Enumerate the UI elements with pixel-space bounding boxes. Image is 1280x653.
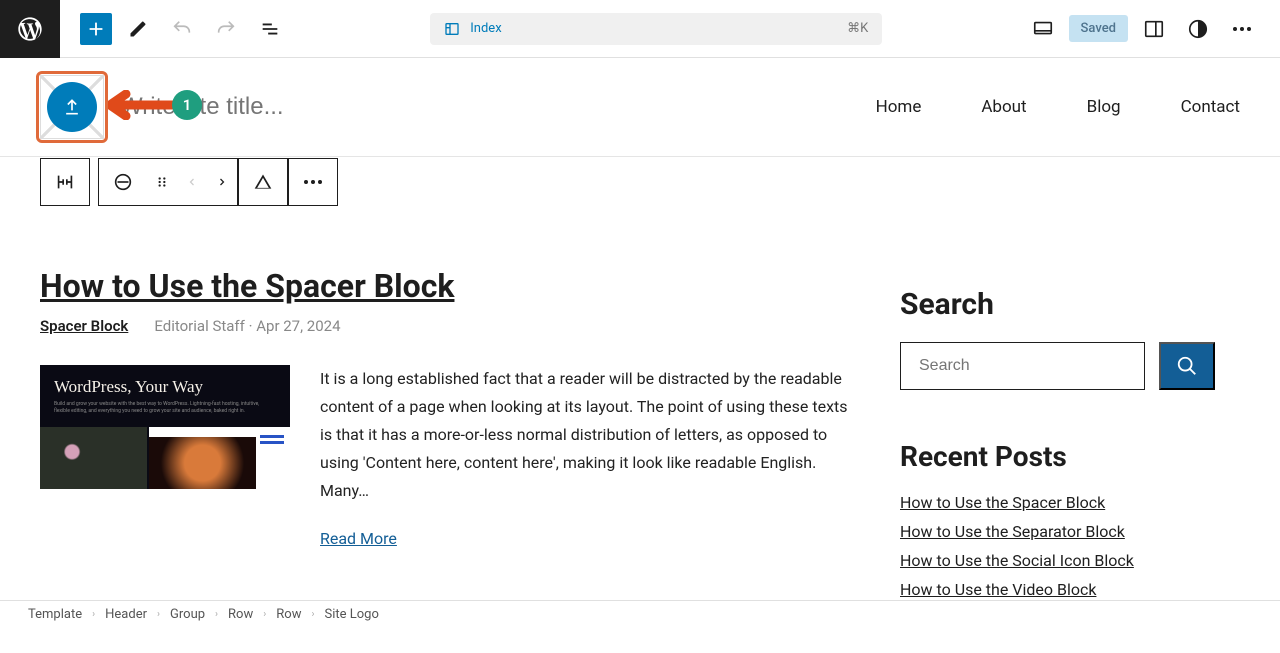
post-date: Apr 27, 2024: [256, 317, 340, 335]
search-heading: Search: [900, 287, 1215, 322]
redo-button[interactable]: [208, 11, 244, 47]
block-more-options-button[interactable]: [289, 159, 337, 205]
settings-sidebar-button[interactable]: [1136, 11, 1172, 47]
recent-post-link[interactable]: How to Use the Social Icon Block: [900, 551, 1215, 570]
contrast-icon: [1187, 18, 1209, 40]
sidebar-column: Search Recent Posts How to Use the Space…: [900, 267, 1215, 599]
layout-icon: [444, 21, 460, 37]
block-breadcrumb: Template› Header› Group› Row› Row› Site …: [0, 600, 1280, 628]
command-shortcut: ⌘K: [847, 21, 868, 36]
crumb[interactable]: Group: [170, 607, 205, 622]
recent-post-link[interactable]: How to Use the Video Block: [900, 580, 1215, 599]
recent-post-link[interactable]: How to Use the Separator Block: [900, 522, 1215, 541]
chevron-left-icon: [186, 175, 198, 189]
add-block-button[interactable]: [80, 13, 112, 45]
post-meta: Spacer Block Editorial Staff · Apr 27, 2…: [40, 317, 850, 335]
edit-icon: [128, 19, 148, 39]
drag-icon: [155, 175, 169, 189]
row-icon: [112, 171, 134, 193]
search-button[interactable]: [1159, 342, 1215, 390]
move-right-button[interactable]: [207, 159, 237, 205]
tools-button[interactable]: [120, 11, 156, 47]
nav-link[interactable]: Blog: [1087, 97, 1121, 117]
content-area: How to Use the Spacer Block Spacer Block…: [0, 267, 1280, 599]
wordpress-logo-button[interactable]: [0, 0, 60, 58]
drag-handle[interactable]: [147, 159, 177, 205]
post-excerpt: It is a long established fact that a rea…: [320, 365, 850, 505]
plus-icon: [85, 18, 107, 40]
more-options-button[interactable]: [1224, 11, 1260, 47]
nav-link[interactable]: Home: [876, 97, 922, 117]
tutorial-annotation: 1: [108, 90, 202, 120]
chevron-right-icon: [216, 175, 228, 189]
crumb[interactable]: Template: [28, 607, 82, 622]
recent-posts-list: How to Use the Spacer Block How to Use t…: [900, 493, 1215, 599]
more-vertical-icon: [304, 177, 322, 187]
sidebar-icon: [1143, 18, 1165, 40]
read-more-link[interactable]: Read More: [320, 529, 397, 548]
list-view-icon: [259, 18, 281, 40]
search-icon: [1176, 355, 1198, 377]
editor-canvas: 1 Home About Blog Contact: [0, 58, 1280, 628]
move-left-button[interactable]: [177, 159, 207, 205]
replace-button[interactable]: [239, 159, 287, 205]
redo-icon: [215, 18, 237, 40]
search-input[interactable]: [900, 342, 1145, 390]
post-author: Editorial Staff: [154, 317, 244, 335]
block-toolbar: [40, 158, 338, 206]
site-header: 1 Home About Blog Contact: [0, 58, 1280, 157]
featured-image[interactable]: WordPress, Your Way Build and grow your …: [40, 365, 290, 489]
view-button[interactable]: [1025, 11, 1061, 47]
site-logo-block[interactable]: [40, 75, 104, 139]
command-bar[interactable]: Index ⌘K: [430, 13, 882, 45]
editor-topbar: Index ⌘K Saved: [0, 0, 1280, 58]
site-logo-block-icon-button[interactable]: [41, 159, 89, 205]
command-center: Index ⌘K: [288, 13, 1025, 45]
nav-link[interactable]: Contact: [1181, 97, 1240, 117]
recent-post-link[interactable]: How to Use the Spacer Block: [900, 493, 1215, 512]
site-logo-icon: [54, 171, 76, 193]
styles-button[interactable]: [1180, 11, 1216, 47]
toolbar-left: [60, 11, 288, 47]
main-column: How to Use the Spacer Block Spacer Block…: [40, 267, 850, 599]
toolbar-right: Saved: [1025, 11, 1280, 47]
nav-link[interactable]: About: [981, 97, 1026, 117]
desktop-icon: [1032, 18, 1054, 40]
recent-posts-heading: Recent Posts: [900, 440, 1215, 473]
saved-button[interactable]: Saved: [1069, 15, 1128, 42]
crumb[interactable]: Row: [276, 607, 301, 622]
crumb[interactable]: Row: [228, 607, 253, 622]
crumb[interactable]: Site Logo: [324, 607, 378, 622]
post-category[interactable]: Spacer Block: [40, 317, 128, 335]
arrow-left-icon: [108, 90, 176, 120]
warning-icon: [253, 172, 273, 192]
more-vertical-icon: [1233, 24, 1251, 34]
command-title: Index: [470, 21, 501, 36]
highlight-ring: [36, 71, 108, 143]
step-badge: 1: [172, 90, 202, 120]
undo-button[interactable]: [164, 11, 200, 47]
wordpress-icon: [16, 15, 44, 43]
crumb[interactable]: Header: [105, 607, 147, 622]
post-title[interactable]: How to Use the Spacer Block: [40, 267, 850, 305]
parent-row-button[interactable]: [99, 159, 147, 205]
primary-nav: Home About Blog Contact: [876, 97, 1240, 117]
document-overview-button[interactable]: [252, 11, 288, 47]
undo-icon: [171, 18, 193, 40]
